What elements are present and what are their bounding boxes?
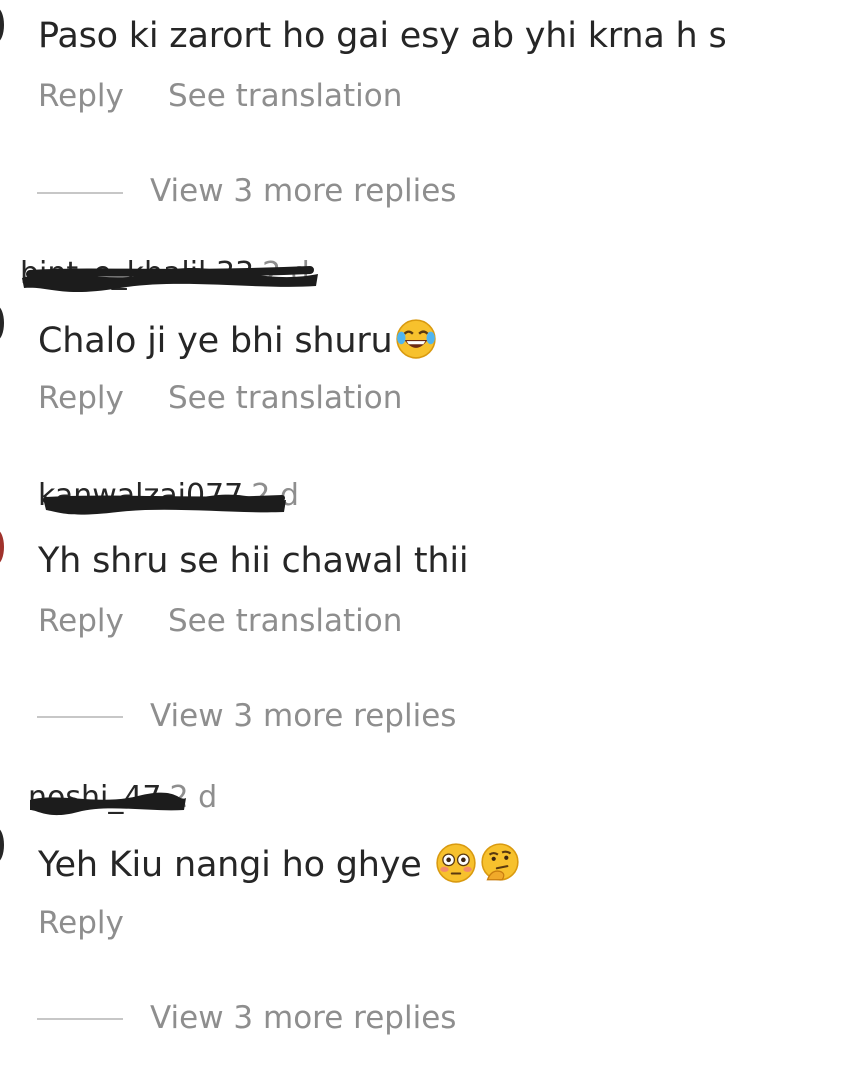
comment-time: 2 d: [169, 780, 218, 815]
comment-header: noshi_47 2 d: [28, 780, 217, 820]
avatar[interactable]: [0, 828, 4, 862]
thinking-face-icon: [480, 843, 519, 881]
see-translation-button[interactable]: See translation: [168, 603, 402, 639]
replies-divider: [37, 192, 123, 194]
view-more-replies-button[interactable]: View 3 more replies: [150, 173, 456, 209]
reply-button[interactable]: Reply: [38, 905, 124, 941]
replies-divider: [37, 716, 123, 718]
face-with-tears-of-joy-icon: [395, 319, 436, 359]
comment-text: Yh shru se hii chawal thii: [38, 541, 469, 581]
comment-text: Chalo ji ye bhi shuru: [38, 318, 437, 361]
username[interactable]: kanwalzai077: [38, 478, 286, 515]
view-more-replies-button[interactable]: View 3 more replies: [150, 698, 456, 734]
reply-button[interactable]: Reply: [38, 78, 124, 114]
avatar[interactable]: [0, 8, 4, 42]
avatar[interactable]: [0, 306, 4, 340]
comment-text: Yeh Kiu nangi ho ghye: [38, 842, 521, 885]
avatar[interactable]: [0, 530, 4, 564]
comment-text: Paso ki zarort ho gai esy ab yhi krna h …: [38, 16, 727, 56]
view-more-replies-button[interactable]: View 3 more replies: [150, 1000, 456, 1036]
comment-header: kanwalzai077 2 d: [38, 478, 299, 518]
replies-divider: [37, 1018, 123, 1020]
username[interactable]: bint_e_khalil.33: [20, 256, 318, 293]
username[interactable]: noshi_47: [28, 780, 186, 816]
comment-time: 2 d: [251, 478, 299, 513]
see-translation-button[interactable]: See translation: [168, 78, 402, 114]
comment-time: 2 d: [262, 256, 310, 291]
comment-header: bint_e_khalil.33 2 d: [20, 256, 318, 296]
flushed-face-icon: [435, 843, 476, 883]
see-translation-button[interactable]: See translation: [168, 380, 402, 416]
reply-button[interactable]: Reply: [38, 603, 124, 639]
reply-button[interactable]: Reply: [38, 380, 124, 416]
